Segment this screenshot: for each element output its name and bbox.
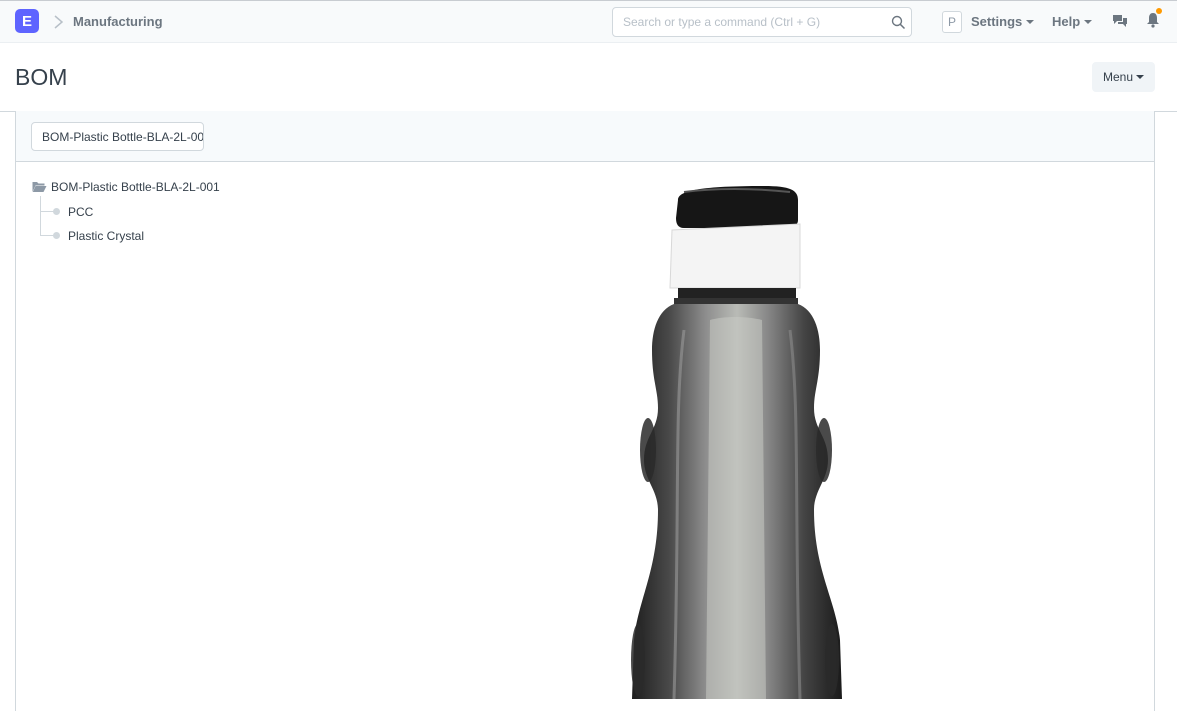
caret-down-icon xyxy=(1026,20,1035,24)
breadcrumb-manufacturing[interactable]: Manufacturing xyxy=(73,14,163,29)
help-dropdown[interactable]: Help xyxy=(1052,14,1093,29)
tree-item-plastic-crystal[interactable]: Plastic Crystal xyxy=(68,229,144,243)
tree-leaf-dot xyxy=(53,208,60,215)
tree-leaf-dot xyxy=(53,232,60,239)
bom-filter-input[interactable] xyxy=(31,122,204,151)
search-input[interactable] xyxy=(613,8,873,36)
settings-dropdown[interactable]: Settings xyxy=(971,14,1035,29)
bell-icon[interactable] xyxy=(1146,12,1160,28)
chevron-right-icon xyxy=(54,15,64,29)
caret-down-icon xyxy=(1136,75,1145,79)
tree-item-pcc[interactable]: PCC xyxy=(68,205,93,219)
app-logo[interactable]: E xyxy=(15,9,39,33)
filter-bar xyxy=(16,111,1154,162)
tree-connector xyxy=(40,235,54,236)
tree-root-label: BOM-Plastic Bottle-BLA-2L-001 xyxy=(51,180,220,194)
logo-letter: E xyxy=(21,12,32,30)
folder-open-icon xyxy=(32,182,47,192)
tree-root-node[interactable]: BOM-Plastic Bottle-BLA-2L-001 xyxy=(32,180,220,194)
tree-connector xyxy=(40,196,41,236)
tree-connector xyxy=(40,211,54,212)
page-body: BOM-Plastic Bottle-BLA-2L-001 PCC Plasti… xyxy=(15,111,1155,711)
chat-icon[interactable] xyxy=(1112,14,1128,29)
menu-label: Menu xyxy=(1102,70,1134,84)
menu-button[interactable]: Menu xyxy=(1092,62,1155,92)
caret-down-icon xyxy=(1084,20,1093,24)
search-icon xyxy=(891,15,906,30)
avatar-letter: P xyxy=(947,15,956,29)
notification-indicator xyxy=(1156,8,1162,14)
settings-label: Settings xyxy=(971,14,1023,29)
product-image xyxy=(631,186,842,699)
navbar: E Manufacturing P Settings Help xyxy=(0,0,1177,43)
page-title: BOM xyxy=(15,64,68,90)
user-avatar[interactable]: P xyxy=(942,11,962,33)
help-label: Help xyxy=(1052,14,1081,29)
awesomebar xyxy=(612,7,912,37)
